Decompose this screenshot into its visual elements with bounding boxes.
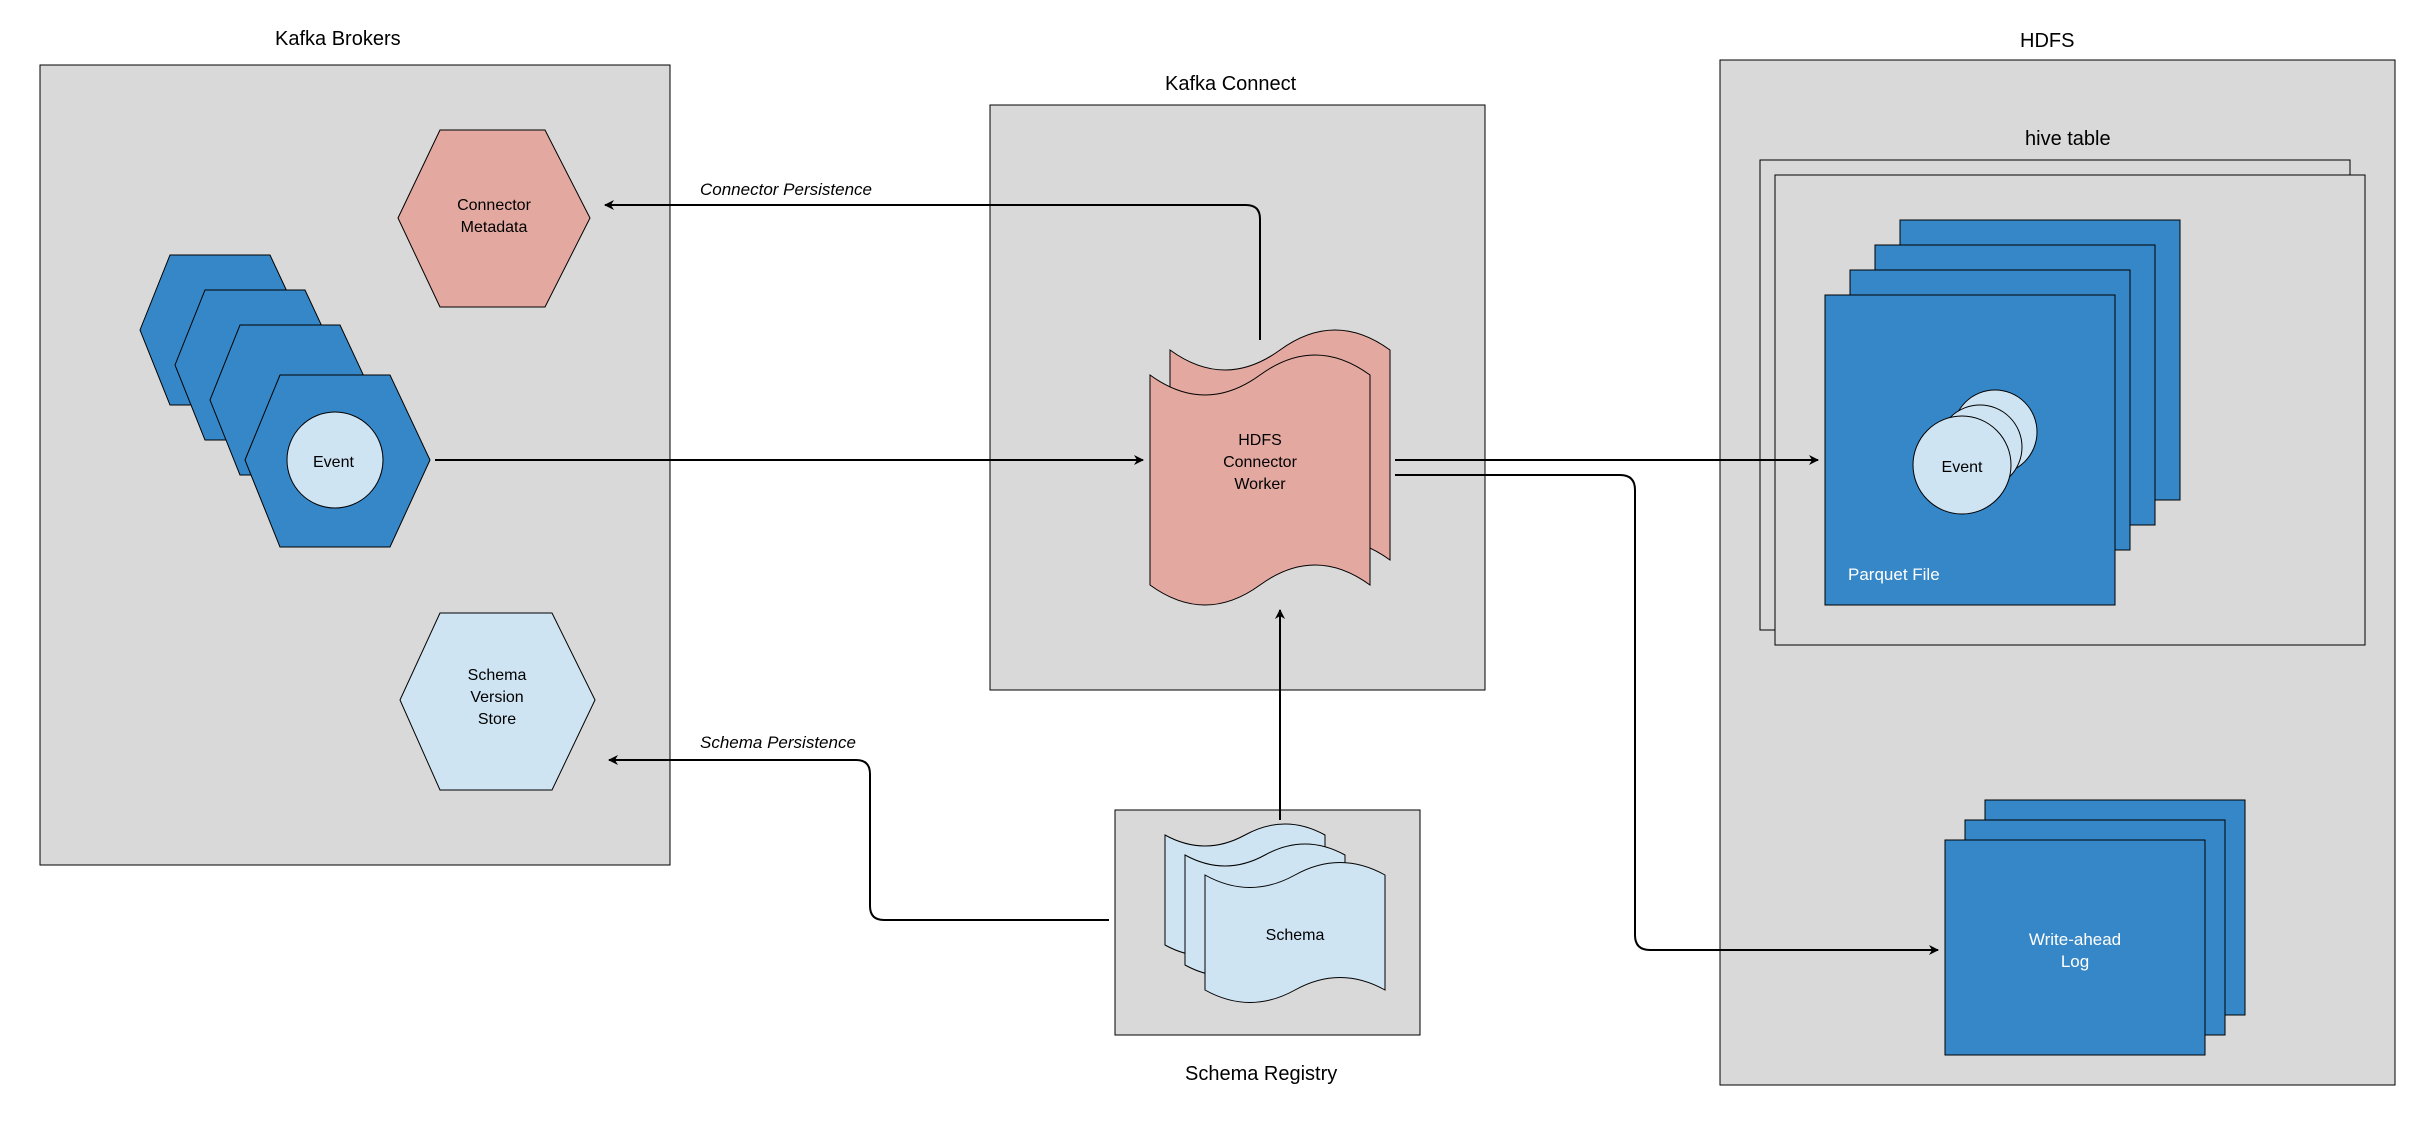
wal-label-1: Write-ahead bbox=[2029, 930, 2121, 949]
event-label: Event bbox=[313, 454, 354, 471]
hdfs-label: HDFS bbox=[2020, 30, 2074, 52]
connector-metadata-label-2: Metadata bbox=[461, 219, 528, 236]
hcw-label-2: Connector bbox=[1223, 454, 1297, 471]
wal-label-2: Log bbox=[2061, 952, 2089, 971]
hcw-label-3: Worker bbox=[1234, 476, 1286, 493]
schema-label: Schema bbox=[1266, 927, 1325, 944]
schema-registry-label: Schema Registry bbox=[1185, 1063, 1337, 1085]
kafka-brokers-label: Kafka Brokers bbox=[275, 28, 401, 50]
architecture-diagram: Kafka Brokers Kafka Connect HDFS Schema … bbox=[0, 0, 2428, 1124]
hdfs-connector-worker: HDFS Connector Worker bbox=[1150, 330, 1390, 605]
parquet-file-stack: Event Parquet File bbox=[1825, 220, 2180, 605]
connector-metadata-label-1: Connector bbox=[457, 197, 531, 214]
arrow-schema-persistence-left bbox=[609, 760, 1109, 920]
write-ahead-log-stack: Write-ahead Log bbox=[1945, 800, 2245, 1055]
connector-persistence-label: Connector Persistence bbox=[700, 180, 872, 199]
svs-label-2: Version bbox=[470, 689, 523, 706]
svs-label-1: Schema bbox=[468, 667, 527, 684]
parquet-file-label: Parquet File bbox=[1848, 565, 1940, 584]
hive-table-label: hive table bbox=[2025, 128, 2111, 150]
event-file-label: Event bbox=[1942, 459, 1983, 476]
hcw-label-1: HDFS bbox=[1238, 432, 1282, 449]
kafka-connect-label: Kafka Connect bbox=[1165, 73, 1297, 95]
svs-label-3: Store bbox=[478, 711, 516, 728]
schema-persistence-label: Schema Persistence bbox=[700, 733, 856, 752]
